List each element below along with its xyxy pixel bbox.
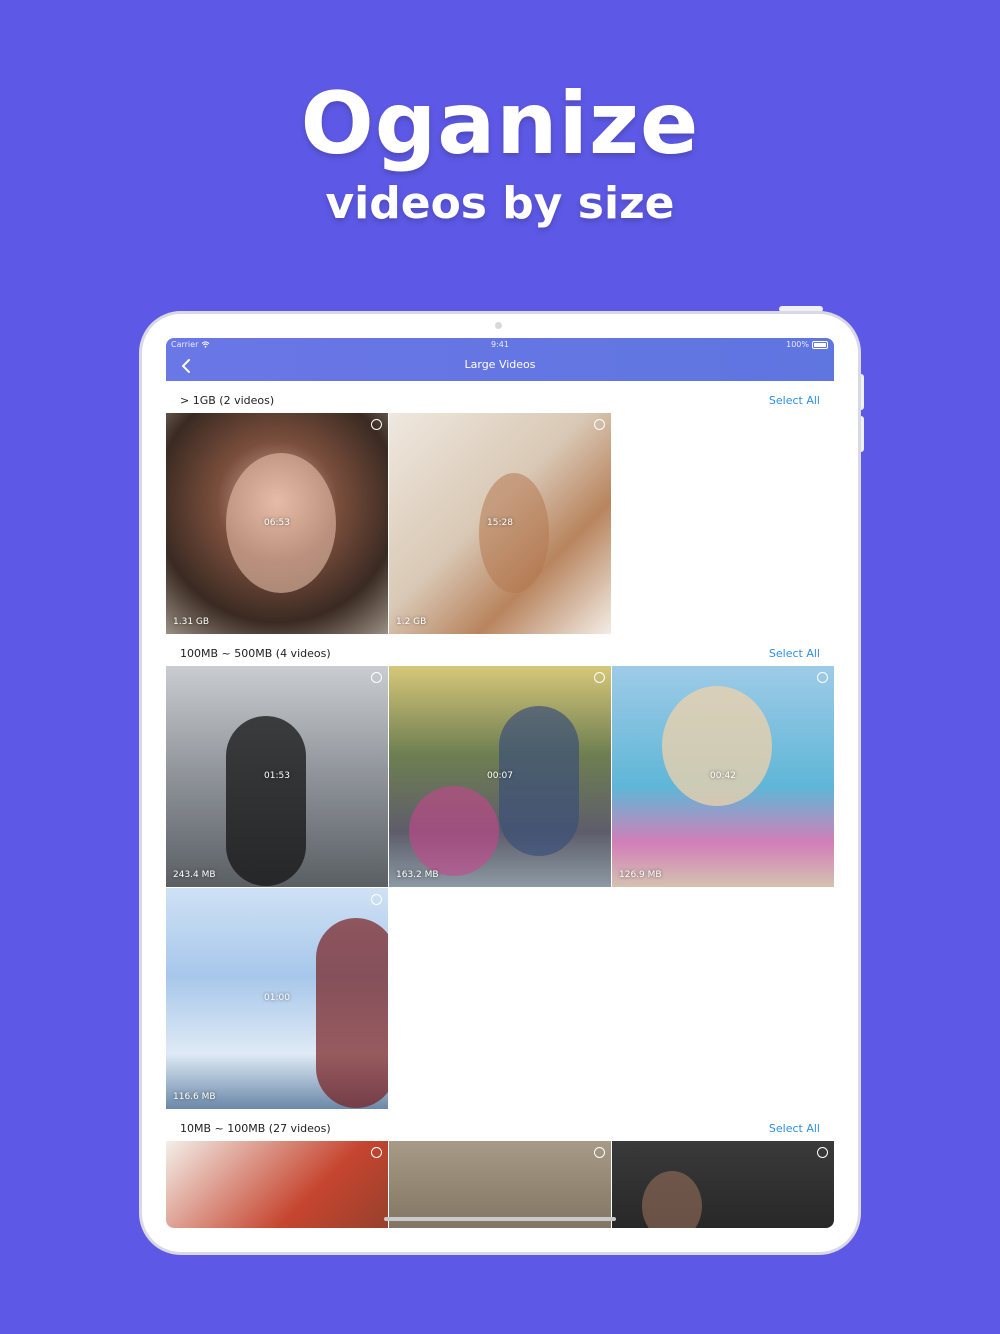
select-circle-icon[interactable] [594,672,605,683]
section-header: 100MB ~ 500MB (4 videos) Select All [166,634,834,666]
select-circle-icon[interactable] [594,419,605,430]
video-duration: 00:42 [710,771,736,781]
video-thumbnail[interactable] [612,1141,834,1228]
select-all-button[interactable]: Select All [769,647,820,660]
video-thumbnail[interactable]: 15:28 1.2 GB [389,413,611,634]
select-circle-icon[interactable] [817,1147,828,1158]
video-grid [166,1141,834,1228]
front-camera [495,322,502,329]
video-size: 1.2 GB [396,617,427,627]
section-title: 100MB ~ 500MB (4 videos) [180,647,331,660]
select-all-button[interactable]: Select All [769,394,820,407]
home-indicator[interactable] [384,1217,616,1221]
navigation-bar: Carrier 9:41 100% Large Videos [166,338,834,381]
video-thumbnail[interactable]: 01:53 243.4 MB [166,666,388,887]
page-title: Large Videos [464,358,536,371]
app-screen: Carrier 9:41 100% Large Videos > 1GB (2 … [166,338,834,1228]
video-thumbnail[interactable] [389,1141,611,1228]
section-title: 10MB ~ 100MB (27 videos) [180,1122,331,1135]
video-thumbnail[interactable]: 06:53 1.31 GB [166,413,388,634]
video-thumbnail[interactable] [166,1141,388,1228]
section-header: > 1GB (2 videos) Select All [166,381,834,413]
video-thumbnail[interactable]: 00:07 163.2 MB [389,666,611,887]
select-circle-icon[interactable] [371,672,382,683]
select-all-button[interactable]: Select All [769,1122,820,1135]
battery-indicator: 100% [786,340,828,349]
video-size: 126.9 MB [619,870,662,880]
video-duration: 01:00 [264,993,290,1003]
video-size: 163.2 MB [396,870,439,880]
video-thumbnail[interactable]: 00:42 126.9 MB [612,666,834,887]
promo-subheadline: videos by size [325,178,675,229]
video-duration: 00:07 [487,771,513,781]
video-grid: 06:53 1.31 GB 15:28 1.2 GB [166,413,834,634]
status-time: 9:41 [491,340,509,349]
video-size: 243.4 MB [173,870,216,880]
video-duration: 01:53 [264,771,290,781]
video-size: 116.6 MB [173,1092,216,1102]
video-list: > 1GB (2 videos) Select All 06:53 1.31 G… [166,381,834,1228]
video-duration: 15:28 [487,518,513,528]
video-thumbnail[interactable]: 01:00 116.6 MB [166,888,388,1109]
video-grid: 01:53 243.4 MB 00:07 163.2 MB 00:42 126.… [166,666,834,1109]
video-duration: 06:53 [264,518,290,528]
select-circle-icon[interactable] [371,419,382,430]
battery-icon [812,340,828,349]
select-circle-icon[interactable] [817,672,828,683]
video-size: 1.31 GB [173,617,210,627]
select-circle-icon[interactable] [371,1147,382,1158]
promo-headline: Oganize [300,74,700,174]
select-circle-icon[interactable] [594,1147,605,1158]
section-title: > 1GB (2 videos) [180,394,275,407]
section-header: 10MB ~ 100MB (27 videos) Select All [166,1109,834,1141]
select-circle-icon[interactable] [371,894,382,905]
